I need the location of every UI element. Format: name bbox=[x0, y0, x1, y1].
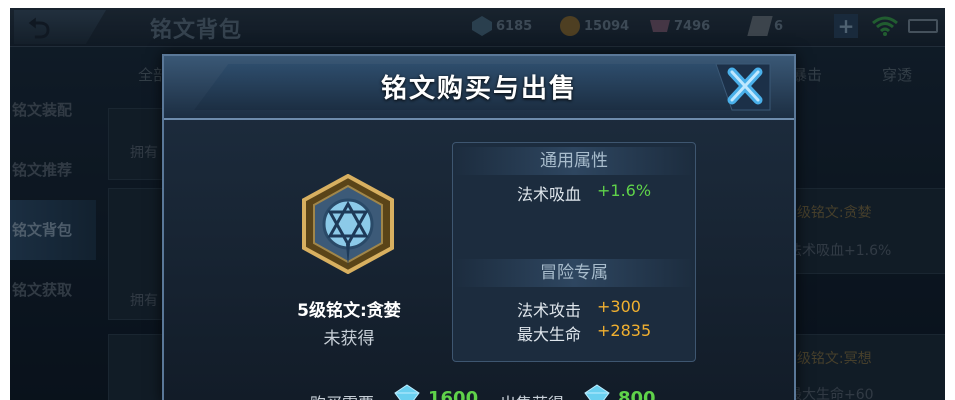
buy-sell-dialog: 铭文购买与出售 5级铭文:贪婪 未获得 通用属性 法术吸血 +1.6% 冒险专属… bbox=[162, 54, 796, 400]
stat-label: 最大生命 bbox=[517, 325, 582, 344]
buy-price[interactable]: 1600 bbox=[428, 388, 478, 400]
sell-price[interactable]: 800 bbox=[618, 388, 656, 400]
game-screen: ⮌ 铭文背包 6185 15094 7496 6 + 全部 暴击 穿透 铭文装配… bbox=[10, 8, 945, 400]
close-button[interactable] bbox=[712, 60, 772, 114]
rune-icon bbox=[302, 174, 394, 274]
stat-value: +1.6% bbox=[597, 181, 652, 200]
adventure-attributes-title: 冒险专属 bbox=[453, 259, 695, 287]
diamond-icon bbox=[394, 384, 420, 400]
stat-value: +2835 bbox=[597, 321, 652, 340]
stat-value: +300 bbox=[597, 297, 641, 316]
rune-name: 5级铭文:贪婪 bbox=[297, 301, 401, 321]
general-attributes-title: 通用属性 bbox=[453, 147, 695, 175]
dialog-header: 铭文购买与出售 bbox=[164, 56, 794, 120]
buy-price-label: 购买需要 bbox=[310, 390, 374, 400]
price-row: 购买需要 1600 出售获得 800 bbox=[162, 380, 792, 400]
rune-status: 未获得 bbox=[323, 329, 375, 349]
stat-label: 法术攻击 bbox=[517, 301, 582, 320]
dialog-title: 铭文购买与出售 bbox=[380, 74, 577, 104]
sell-price-label: 出售获得 bbox=[500, 390, 564, 400]
stat-label: 法术吸血 bbox=[517, 185, 582, 204]
diamond-icon bbox=[584, 384, 610, 400]
rune-stats-panel: 通用属性 法术吸血 +1.6% 冒险专属 法术攻击 +300 最大生命 +283… bbox=[452, 142, 696, 362]
